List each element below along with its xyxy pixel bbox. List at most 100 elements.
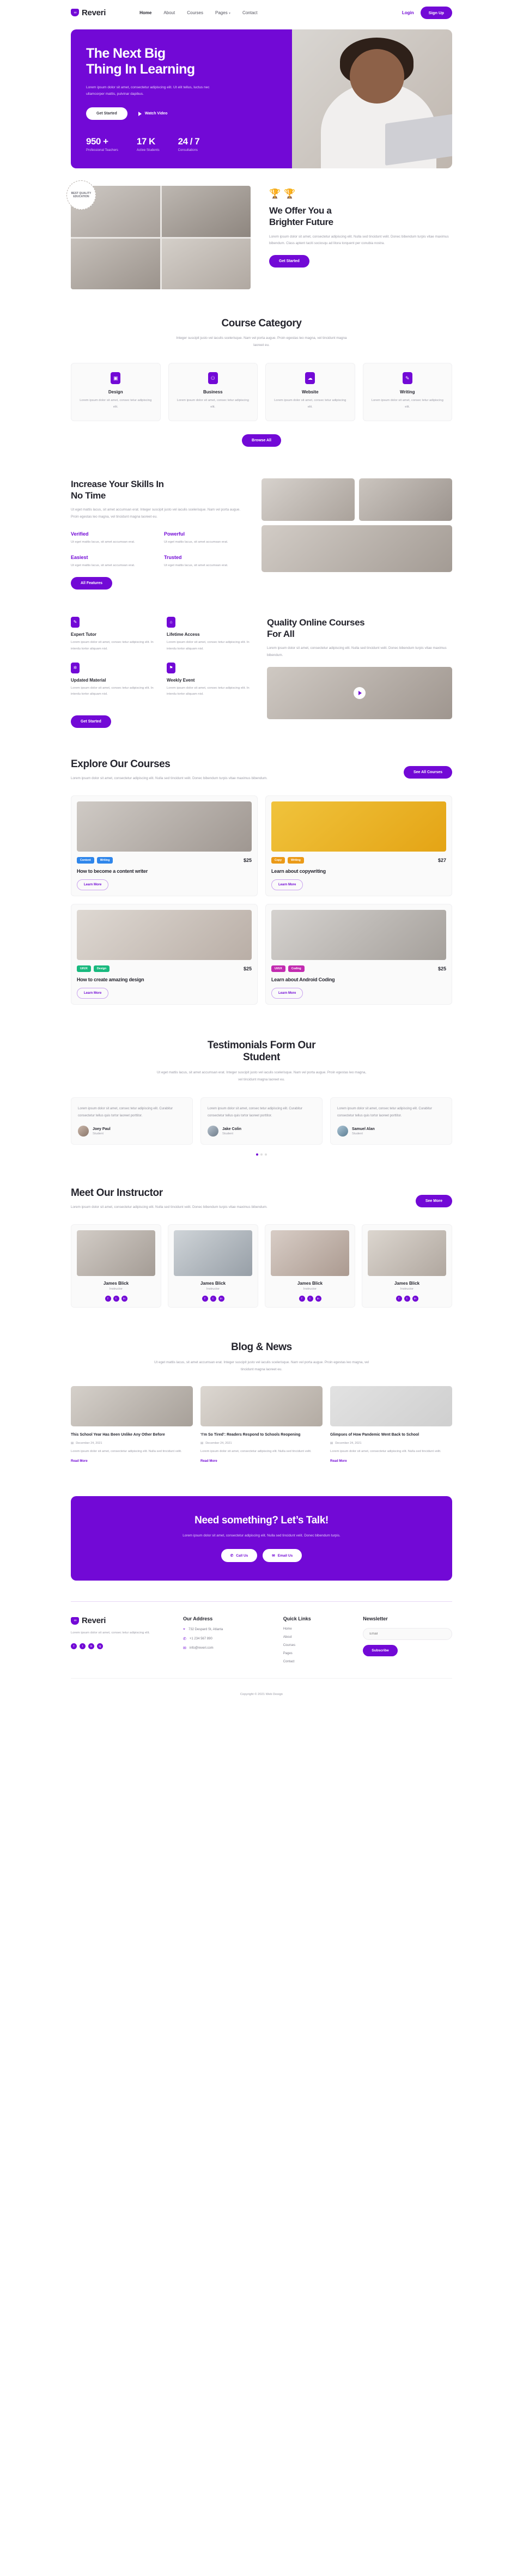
blog-post-card[interactable]: ‘I’m So Tired’: Readers Respond to Schoo… xyxy=(200,1386,323,1465)
twitter-icon[interactable]: t xyxy=(404,1296,410,1302)
blog-post-card[interactable]: Glimpses of How Pandemic Went Back to Sc… xyxy=(330,1386,452,1465)
future-get-started-button[interactable]: Get Started xyxy=(269,254,309,268)
nav-item-about[interactable]: About xyxy=(163,10,175,15)
testimonial-card: Lorem ipsum dolor sit amet, consec tetur… xyxy=(330,1097,452,1145)
all-features-button[interactable]: All Features xyxy=(71,576,113,590)
twitter-icon[interactable]: t xyxy=(307,1296,313,1302)
footer-link-courses[interactable]: Courses xyxy=(283,1644,352,1647)
blog-post-card[interactable]: This School Year Has Been Unlike Any Oth… xyxy=(71,1386,193,1465)
linkedin-icon[interactable]: in xyxy=(315,1296,321,1302)
see-all-courses-button[interactable]: See All Courses xyxy=(403,766,452,779)
instagram-icon[interactable]: ig xyxy=(97,1643,103,1650)
call-us-button[interactable]: ✆ Call Us xyxy=(221,1549,258,1563)
category-card-business[interactable]: ⚇ Business Lorem ipsum dolor sit amet, c… xyxy=(168,363,258,421)
category-card-writing[interactable]: ✎ Writing Lorem ipsum dolor sit amet, co… xyxy=(362,363,452,421)
course-card[interactable]: Content Writing $25 How to become a cont… xyxy=(71,795,258,896)
footer-link-about[interactable]: About xyxy=(283,1636,352,1639)
course-title: How to become a content writer xyxy=(77,868,148,874)
learn-more-button[interactable]: Learn More xyxy=(77,879,109,890)
quality-courses-section: ✎ Expert Tutor Lorem ipsum dolor sit ame… xyxy=(0,590,523,728)
trophy-icon: 🏆 xyxy=(284,189,296,199)
twitter-icon[interactable]: t xyxy=(113,1296,119,1302)
read-more-link[interactable]: Read More xyxy=(71,1460,88,1463)
avatar xyxy=(208,1126,218,1137)
quality-heading: Quality Online Courses For All xyxy=(267,617,365,640)
footer-logo[interactable]: ∞ Reveri xyxy=(71,1616,172,1625)
nav-item-home[interactable]: Home xyxy=(139,10,151,15)
instructor-photo xyxy=(77,1230,155,1276)
facebook-icon[interactable]: f xyxy=(299,1296,305,1302)
course-price: $25 xyxy=(243,857,252,863)
quality-feature-weekly-event: ⚑ Weekly Event Lorem ipsum dolor sit ame… xyxy=(167,662,251,698)
course-card[interactable]: Copy Writing $27 Learn about copywriting… xyxy=(265,795,452,896)
instructor-card[interactable]: James Blick Instructor f t in xyxy=(362,1224,452,1308)
blog-excerpt: Lorem ipsum dolor sit amet, consectetur … xyxy=(71,1449,182,1453)
twitter-icon[interactable]: t xyxy=(80,1643,86,1650)
linkedin-icon[interactable]: in xyxy=(88,1643,94,1650)
calendar-icon: ▤ xyxy=(330,1441,333,1445)
linkedin-icon[interactable]: in xyxy=(412,1296,418,1302)
footer-link-home[interactable]: Home xyxy=(283,1627,352,1631)
brand-logo[interactable]: ∞ Reveri xyxy=(71,8,106,17)
category-card-website[interactable]: ☁ Website Lorem ipsum dolor sit amet, co… xyxy=(265,363,355,421)
play-icon[interactable] xyxy=(354,686,366,699)
testimonial-role: Student xyxy=(93,1132,104,1135)
instructors-heading: Meet Our Instructor xyxy=(71,1187,163,1199)
footer-socials: f t in ig xyxy=(71,1643,172,1650)
course-price: $25 xyxy=(437,965,446,971)
course-card[interactable]: UI/UX Coding $25 Learn about Android Cod… xyxy=(265,903,452,1005)
learn-more-button[interactable]: Learn More xyxy=(271,987,303,999)
contact-cta-section: Need something? Let’s Talk! Lorem ipsum … xyxy=(0,1465,523,1581)
facebook-icon[interactable]: f xyxy=(71,1643,77,1650)
subscribe-button[interactable]: Subscribe xyxy=(363,1645,398,1657)
stat-teachers: 950 + Professional Teachers xyxy=(86,136,118,153)
instructor-name: James Blick xyxy=(200,1281,226,1286)
category-card-design[interactable]: ▣ Design Lorem ipsum dolor sit amet, con… xyxy=(71,363,161,421)
course-card[interactable]: UI/UX Design $25 How to create amazing d… xyxy=(71,903,258,1005)
instructor-card[interactable]: James Blick Instructor f t in xyxy=(265,1224,355,1308)
trophy-icons: 🏆 🏆 xyxy=(269,189,452,198)
learn-more-button[interactable]: Learn More xyxy=(77,987,109,999)
course-tag[interactable]: UI/UX xyxy=(77,965,91,972)
read-more-link[interactable]: Read More xyxy=(200,1460,217,1463)
hero-subtitle: Lorem ipsum dolor sit amet, consectetur … xyxy=(86,85,210,96)
brighter-future-section: BEST QUALITY EDUCATION 🏆 🏆 We Offer You a… xyxy=(0,168,523,289)
footer-address-column: Our Address ⌖ 732 Despard St, Atlanta ✆ +1… xyxy=(183,1616,272,1668)
course-tag[interactable]: Content xyxy=(77,856,94,864)
linkedin-icon[interactable]: in xyxy=(218,1296,224,1302)
instructor-card[interactable]: James Blick Instructor f t in xyxy=(168,1224,258,1308)
testimonial-card: Lorem ipsum dolor sit amet, consec tetur… xyxy=(71,1097,193,1145)
read-more-link[interactable]: Read More xyxy=(330,1460,347,1463)
browse-all-button[interactable]: Browse All xyxy=(242,434,281,447)
watch-video-button[interactable]: Watch Video xyxy=(138,111,167,116)
envelope-icon: ✉ xyxy=(272,1554,275,1558)
see-more-button[interactable]: See More xyxy=(415,1195,452,1208)
footer-links-column: Quick Links Home About Courses Pages Con… xyxy=(283,1616,352,1668)
quality-video-thumbnail[interactable] xyxy=(267,666,452,719)
course-tag[interactable]: Copy xyxy=(271,856,285,864)
quality-get-started-button[interactable]: Get Started xyxy=(71,715,111,728)
get-started-button[interactable]: Get Started xyxy=(86,107,127,120)
nav-item-pages[interactable]: Pages ▾ xyxy=(215,10,230,15)
nav-item-contact[interactable]: Contact xyxy=(242,10,258,15)
facebook-icon[interactable]: f xyxy=(105,1296,111,1302)
linkedin-icon[interactable]: in xyxy=(121,1296,127,1302)
footer-link-pages[interactable]: Pages xyxy=(283,1652,352,1655)
email-us-button[interactable]: ✉ Email Us xyxy=(263,1549,302,1563)
course-tag[interactable]: UI/UX xyxy=(271,965,285,972)
newsletter-email-input[interactable] xyxy=(363,1628,452,1641)
nav-item-courses[interactable]: Courses xyxy=(187,10,203,15)
login-link[interactable]: Login xyxy=(402,10,414,15)
facebook-icon[interactable]: f xyxy=(202,1296,208,1302)
course-tag[interactable]: Coding xyxy=(288,965,305,972)
signup-button[interactable]: Sign Up xyxy=(420,6,452,19)
course-tag[interactable]: Writing xyxy=(96,856,113,864)
facebook-icon[interactable]: f xyxy=(396,1296,402,1302)
course-tag[interactable]: Writing xyxy=(287,856,304,864)
course-tag[interactable]: Design xyxy=(93,965,110,972)
twitter-icon[interactable]: t xyxy=(210,1296,216,1302)
learn-more-button[interactable]: Learn More xyxy=(271,879,303,890)
instructor-card[interactable]: James Blick Instructor f t in xyxy=(71,1224,161,1308)
blog-image xyxy=(71,1386,193,1427)
footer-link-contact[interactable]: Contact xyxy=(283,1660,352,1663)
